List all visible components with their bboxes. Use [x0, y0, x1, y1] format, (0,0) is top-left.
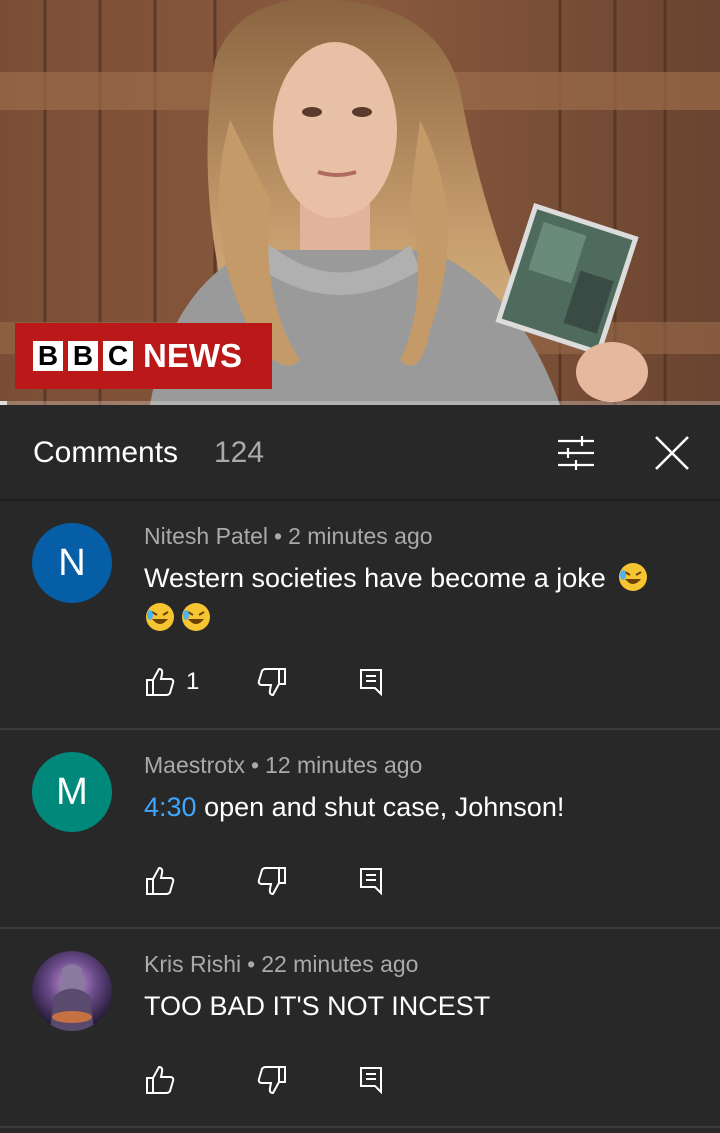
timestamp-link[interactable]: 4:30: [144, 792, 197, 822]
comment-time[interactable]: 2 minutes ago: [288, 523, 432, 549]
comment-text-body: open and shut case, Johnson!: [196, 792, 565, 822]
like-button[interactable]: 1: [144, 664, 199, 700]
comment-meta: Maestrotx • 12 minutes ago: [144, 752, 422, 779]
comments-title: Comments: [33, 436, 179, 469]
meta-separator: •: [247, 951, 256, 977]
comments-list: N Nitesh Patel • 2 minutes ago Western soc…: [0, 501, 720, 1128]
like-button[interactable]: [144, 1062, 186, 1098]
like-button[interactable]: [144, 863, 186, 899]
dislike-button[interactable]: [256, 664, 288, 700]
rolling-laughing-emoji-icon: [144, 601, 176, 633]
comment-item: M Maestrotx • 12 minutes ago 4:30 open and…: [0, 730, 720, 929]
comment-text: 4:30 open and shut case, Johnson!: [144, 787, 684, 827]
comment-item: Kris Rishi • 22 minutes ago TOO BAD IT'S N…: [0, 929, 720, 1128]
comment-time[interactable]: 12 minutes ago: [265, 752, 422, 778]
thumbs-down-icon: [257, 1066, 286, 1095]
avatar-letter: M: [56, 771, 88, 813]
comment-text: Western societies have become a joke: [144, 558, 684, 638]
sort-filter-icon: [558, 436, 594, 470]
reply-comment-icon: [360, 868, 382, 896]
dislike-button[interactable]: [256, 863, 288, 899]
bbc-letter-b1: B: [33, 341, 63, 371]
reply-comment-icon: [360, 1067, 382, 1095]
meta-separator: •: [274, 523, 283, 549]
close-icon: [655, 436, 689, 470]
comment-time[interactable]: 22 minutes ago: [261, 951, 418, 977]
comment-text: TOO BAD IT'S NOT INCEST: [144, 986, 684, 1026]
bbc-news-word: NEWS: [143, 337, 242, 374]
thumbs-up-icon: [146, 1065, 175, 1094]
reply-button[interactable]: [358, 1062, 386, 1098]
comment-item: N Nitesh Patel • 2 minutes ago Western soc…: [0, 501, 720, 730]
like-count: 1: [186, 668, 200, 695]
dislike-button[interactable]: [256, 1062, 288, 1098]
reply-button[interactable]: [358, 664, 386, 700]
avatar[interactable]: M: [32, 752, 112, 832]
comment-author[interactable]: Maestrotx: [144, 752, 245, 778]
video-player[interactable]: B B C NEWS: [0, 0, 720, 405]
thumbs-up-icon: [146, 667, 175, 696]
bbc-letter-blocks: B B C: [33, 341, 133, 371]
comment-meta: Kris Rishi • 22 minutes ago: [144, 951, 418, 978]
bbc-letter-c: C: [103, 341, 133, 371]
close-comments-button[interactable]: [650, 429, 694, 477]
thumbs-down-icon: [257, 668, 286, 697]
comments-count: 124: [214, 436, 265, 469]
comment-text-body: TOO BAD IT'S NOT INCEST: [144, 991, 491, 1021]
bbc-letter-b2: B: [68, 341, 98, 371]
avatar-letter: N: [58, 542, 86, 584]
avatar[interactable]: N: [32, 523, 112, 603]
comments-header: Comments 124: [0, 405, 720, 501]
reply-comment-icon: [360, 669, 382, 697]
bbc-news-logo: B B C NEWS: [15, 323, 272, 389]
rolling-laughing-emoji-icon: [617, 561, 649, 593]
thumbs-up-icon: [146, 866, 175, 895]
sort-comments-button[interactable]: [554, 429, 598, 477]
meta-separator: •: [250, 752, 260, 778]
avatar[interactable]: [32, 951, 112, 1031]
reply-button[interactable]: [358, 863, 386, 899]
comment-author[interactable]: Nitesh Patel: [144, 523, 268, 549]
fantasy-warrior-avatar-image: [32, 951, 112, 1031]
rolling-laughing-emoji-icon: [180, 601, 212, 633]
comment-text-body: Western societies have become a joke: [144, 563, 606, 593]
comment-meta: Nitesh Patel • 2 minutes ago: [144, 523, 433, 550]
thumbs-down-icon: [257, 867, 286, 896]
comment-author[interactable]: Kris Rishi: [144, 951, 241, 977]
